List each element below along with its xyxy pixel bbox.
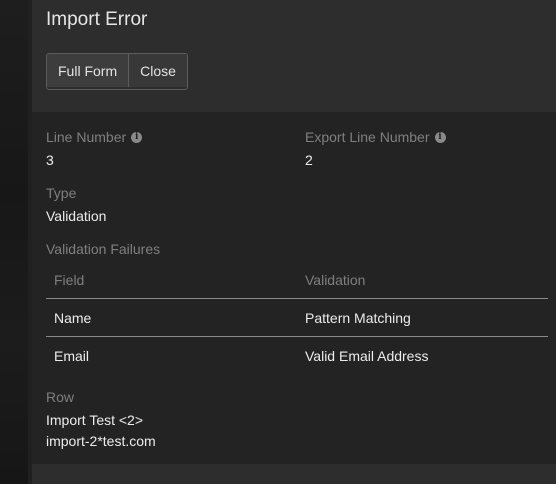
background-page <box>0 0 32 484</box>
dialog-footer <box>32 464 556 484</box>
dialog-header: Import Error Full Form Close <box>32 0 556 112</box>
export-line-number-value: 2 <box>305 152 313 168</box>
table-cell-field: Name <box>54 309 92 326</box>
table-header-row: Field Validation <box>46 262 548 299</box>
info-icon[interactable]: i <box>131 131 143 143</box>
validation-failures-table: Field Validation Name Pattern Matching E… <box>46 262 548 374</box>
table-cell-validation: Pattern Matching <box>305 309 411 326</box>
column-header-validation: Validation <box>305 272 366 288</box>
type-value: Validation <box>46 208 107 224</box>
table-cell-field: Email <box>54 347 90 364</box>
table-row: Email Valid Email Address <box>46 337 548 374</box>
line-number-label: Line Number i <box>46 129 143 145</box>
full-form-button[interactable]: Full Form <box>47 54 129 87</box>
line-number-value: 3 <box>46 152 54 168</box>
table-cell-validation: Valid Email Address <box>305 347 429 364</box>
import-error-dialog: Import Error Full Form Close Line Number… <box>32 0 556 484</box>
row-line-2: import-2*test.com <box>46 433 156 449</box>
validation-failures-label: Validation Failures <box>46 241 161 257</box>
column-header-field: Field <box>54 272 85 288</box>
close-button[interactable]: Close <box>128 54 187 87</box>
export-line-number-label-text: Export Line Number <box>305 129 430 145</box>
table-row: Name Pattern Matching <box>46 299 548 337</box>
dialog-button-group: Full Form Close <box>46 53 188 90</box>
row-line-1: Import Test <2> <box>46 412 144 428</box>
type-label: Type <box>46 185 77 201</box>
info-icon[interactable]: i <box>434 131 446 143</box>
dialog-title: Import Error <box>46 9 148 30</box>
line-number-label-text: Line Number <box>46 129 127 145</box>
row-label: Row <box>46 389 75 405</box>
export-line-number-label: Export Line Number i <box>305 129 446 145</box>
